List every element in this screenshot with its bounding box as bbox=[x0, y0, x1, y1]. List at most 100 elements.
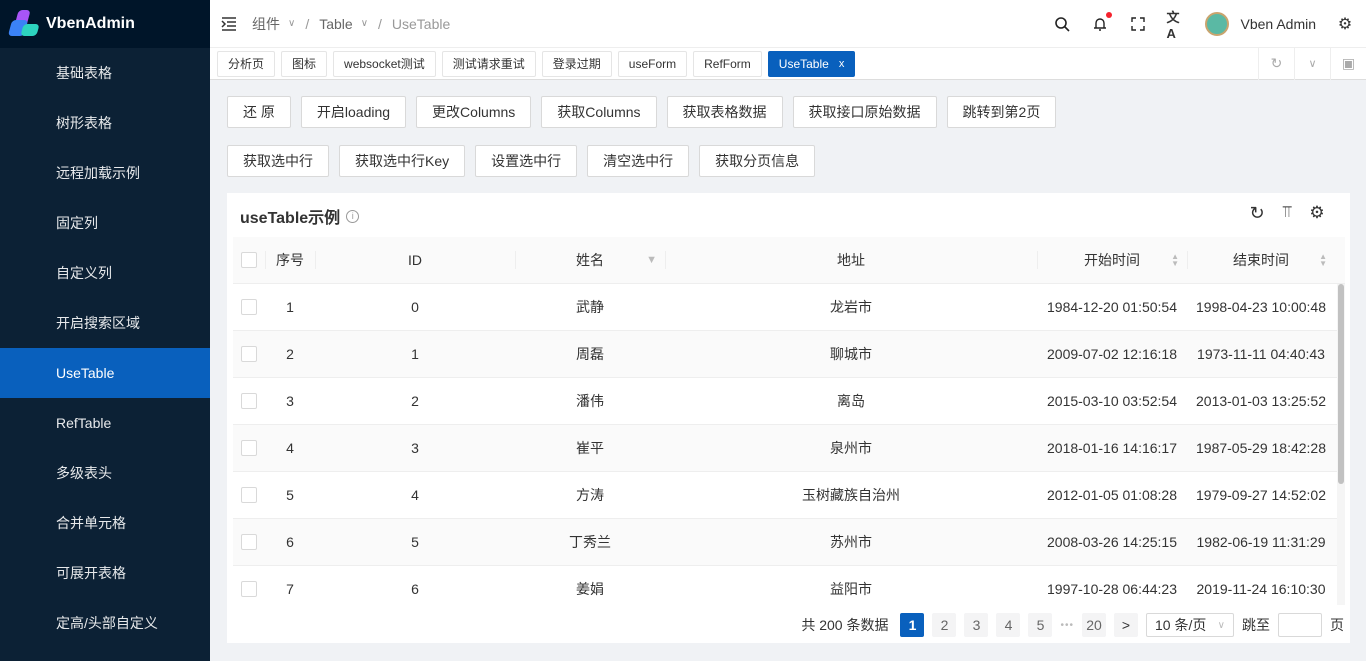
header: 组件 ∨ / Table ∨ / UseTable 文A Vben Admin ⚙ bbox=[210, 0, 1366, 48]
breadcrumb-item[interactable]: 组件 bbox=[252, 14, 280, 34]
tab[interactable]: useForm bbox=[617, 50, 688, 77]
fullscreen-icon[interactable] bbox=[1129, 15, 1147, 33]
action-button[interactable]: 还 原 bbox=[227, 96, 291, 128]
table-row[interactable]: 7 6 姜娟 益阳市 1997-10-28 06:44:23 2019-11-24 16:… bbox=[233, 566, 1345, 605]
page-button[interactable]: 3 bbox=[964, 613, 989, 637]
column-header[interactable]: 开始时间 ▲ ▼ bbox=[1037, 237, 1187, 283]
action-button[interactable]: 获取Columns bbox=[541, 96, 657, 128]
redo-icon[interactable]: ↻ bbox=[1248, 203, 1266, 223]
sidebar-item[interactable]: 固定列 bbox=[0, 198, 210, 248]
tab[interactable]: UseTable x bbox=[767, 50, 856, 77]
scrollbar[interactable] bbox=[1337, 284, 1345, 605]
logo[interactable]: VbenAdmin bbox=[0, 0, 210, 48]
menu-fold-icon[interactable] bbox=[220, 15, 238, 33]
fold-fullscreen-icon[interactable]: ▣ bbox=[1330, 47, 1366, 80]
bell-icon[interactable] bbox=[1091, 11, 1112, 33]
row-checkbox[interactable] bbox=[241, 299, 257, 315]
tab[interactable]: 登录过期 bbox=[541, 50, 612, 77]
jump-label: 跳至 bbox=[1242, 617, 1270, 633]
settings-icon[interactable]: ⚙ bbox=[1336, 15, 1354, 33]
table-row[interactable]: 4 3 崔平 泉州市 2018-01-16 14:16:17 1987-05-29 18:… bbox=[233, 425, 1345, 472]
table-row[interactable]: 2 1 周磊 聊城市 2009-07-02 12:16:18 1973-11-11 04:… bbox=[233, 331, 1345, 378]
action-button[interactable]: 清空选中行 bbox=[587, 145, 690, 177]
sidebar-item[interactable]: 开启搜索区域 bbox=[0, 298, 210, 348]
sidebar-item[interactable]: 自定义列 bbox=[0, 248, 210, 298]
column-height-icon[interactable]: ⫪ bbox=[1278, 204, 1296, 222]
tab[interactable]: RefForm bbox=[693, 50, 762, 77]
action-button[interactable]: 获取接口原始数据 bbox=[792, 96, 937, 128]
sidebar-item[interactable]: 多级表头 bbox=[0, 448, 210, 498]
page-button[interactable]: 5 bbox=[1028, 613, 1053, 637]
page-button[interactable]: 2 bbox=[932, 613, 957, 637]
filter-icon[interactable]: ▼ bbox=[646, 254, 657, 266]
next-page-button[interactable]: > bbox=[1114, 613, 1138, 637]
translate-icon[interactable]: 文A bbox=[1167, 10, 1185, 41]
tab-label: websocket测试 bbox=[344, 57, 425, 71]
row-checkbox[interactable] bbox=[241, 346, 257, 362]
sort-icon[interactable]: ▲ ▼ bbox=[1319, 253, 1327, 268]
sidebar-item-label: 开启搜索区域 bbox=[56, 315, 140, 331]
column-header[interactable]: 姓名 ▼ bbox=[515, 237, 665, 283]
tab[interactable]: 分析页 bbox=[217, 50, 276, 77]
sidebar-item-label: 合并单元格 bbox=[56, 515, 126, 531]
table-row[interactable]: 6 5 丁秀兰 苏州市 2008-03-26 14:25:15 1982-06-19 11… bbox=[233, 519, 1345, 566]
sort-icon[interactable]: ▲ ▼ bbox=[1171, 253, 1179, 268]
table-cell: 周磊 bbox=[576, 346, 604, 362]
ellipsis[interactable]: ••• bbox=[1060, 620, 1074, 631]
table-row[interactable]: 3 2 潘伟 离岛 2015-03-10 03:52:54 2013-01-03 13:2… bbox=[233, 378, 1345, 425]
sidebar-item-label: RefTable bbox=[56, 415, 112, 431]
info-icon[interactable]: i bbox=[346, 209, 360, 223]
action-button[interactable]: 获取选中行Key bbox=[339, 145, 466, 177]
sidebar-item[interactable]: UseTable bbox=[0, 348, 210, 398]
sidebar-item[interactable]: 远程加载示例 bbox=[0, 148, 210, 198]
sidebar-item-label: UseTable bbox=[56, 365, 115, 381]
action-button[interactable]: 获取分页信息 bbox=[699, 145, 816, 177]
sidebar-item[interactable]: 定高/头部自定义 bbox=[0, 598, 210, 648]
page-button[interactable]: 1 bbox=[900, 613, 925, 637]
scrollbar-thumb[interactable] bbox=[1338, 284, 1344, 484]
tab[interactable]: 图标 bbox=[281, 50, 328, 77]
close-icon[interactable]: x bbox=[839, 58, 845, 70]
jump-input[interactable] bbox=[1278, 613, 1322, 637]
sidebar-item[interactable]: 树形表格 bbox=[0, 98, 210, 148]
column-header-label: 开始时间 bbox=[1084, 252, 1140, 268]
tab[interactable]: 测试请求重试 bbox=[441, 50, 536, 77]
table-row[interactable]: 1 0 武静 龙岩市 1984-12-20 01:50:54 1998-04-23 10:… bbox=[233, 284, 1345, 331]
sidebar-item[interactable]: 合并单元格 bbox=[0, 498, 210, 548]
breadcrumb-item[interactable]: Table bbox=[319, 16, 352, 32]
row-checkbox[interactable] bbox=[241, 534, 257, 550]
row-checkbox[interactable] bbox=[241, 440, 257, 456]
table-row[interactable]: 5 4 方涛 玉树藏族自治州 2012-01-05 01:08:28 1979-09-27… bbox=[233, 472, 1345, 519]
page-size-select[interactable]: 10 条/页 ∨ bbox=[1146, 613, 1234, 637]
avatar[interactable] bbox=[1204, 11, 1229, 36]
action-button[interactable]: 跳转到第2页 bbox=[946, 96, 1057, 128]
action-button[interactable]: 获取选中行 bbox=[227, 145, 329, 177]
sidebar-item[interactable]: 基础表格 bbox=[0, 48, 210, 98]
page-button[interactable]: 4 bbox=[996, 613, 1021, 637]
action-button[interactable]: 开启loading bbox=[300, 96, 407, 128]
sidebar-item[interactable]: 可展开表格 bbox=[0, 548, 210, 598]
row-checkbox[interactable] bbox=[241, 393, 257, 409]
select-all-checkbox[interactable] bbox=[241, 252, 257, 268]
user-name[interactable]: Vben Admin bbox=[1241, 16, 1317, 32]
action-button[interactable]: 获取表格数据 bbox=[666, 96, 783, 128]
logo-icon bbox=[7, 10, 40, 38]
action-button[interactable]: 更改Columns bbox=[416, 96, 532, 128]
table-cell: 2015-03-10 03:52:54 bbox=[1047, 393, 1177, 409]
sidebar-item-label: 基础表格 bbox=[56, 65, 112, 81]
tab[interactable]: websocket测试 bbox=[333, 50, 436, 77]
settings-icon[interactable]: ⚙ bbox=[1308, 203, 1326, 222]
row-checkbox[interactable] bbox=[241, 581, 257, 597]
sidebar-item[interactable]: RefTable bbox=[0, 398, 210, 448]
total-text: 共 200 条数据 bbox=[801, 617, 889, 633]
sidebar-item-label: 固定列 bbox=[56, 215, 98, 231]
column-header[interactable]: 结束时间 ▲ ▼ bbox=[1187, 237, 1335, 283]
row-checkbox[interactable] bbox=[241, 487, 257, 503]
chevron-down-icon[interactable]: ∨ bbox=[1294, 47, 1330, 80]
table-body: 1 0 武静 龙岩市 1984-12-20 01:50:54 1998-04-23 10:… bbox=[233, 284, 1345, 605]
refresh-icon[interactable]: ↻ bbox=[1258, 47, 1294, 80]
table-cell: 6 bbox=[411, 581, 419, 597]
search-icon[interactable] bbox=[1053, 15, 1071, 33]
page-last[interactable]: 20 bbox=[1082, 613, 1106, 637]
action-button[interactable]: 设置选中行 bbox=[475, 145, 578, 177]
